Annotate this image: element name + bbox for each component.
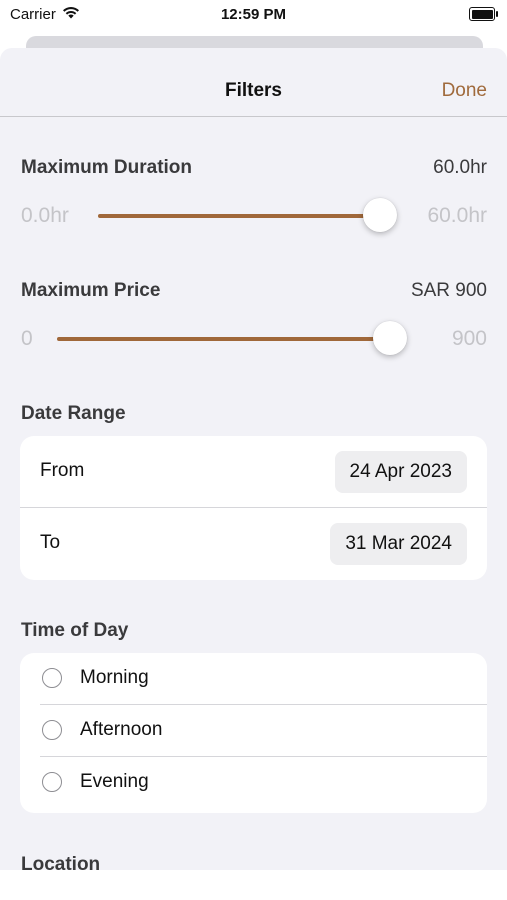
price-slider-track [57,337,391,341]
from-row: From 24 Apr 2023 [20,436,487,508]
done-button[interactable]: Done [442,80,487,102]
price-max-label: 900 [451,327,487,350]
to-date-picker[interactable]: 31 Mar 2024 [330,523,467,565]
to-row: To 31 Mar 2024 [20,508,487,580]
status-bar: Carrier 12:59 PM [0,0,507,30]
date-range-label: Date Range [21,403,126,424]
radio-circle-icon[interactable] [42,668,62,688]
duration-slider[interactable]: 0.0hr 60.0hr [21,198,487,234]
date-range-card: From 24 Apr 2023 To 31 Mar 2024 [20,436,487,580]
battery-icon [469,7,498,21]
radio-circle-icon[interactable] [42,772,62,792]
status-time: 12:59 PM [220,6,287,23]
time-of-day-card: Morning Afternoon Evening [20,653,487,813]
page-title: Filters [224,80,283,101]
radio-circle-icon[interactable] [42,720,62,740]
duration-min-label: 0.0hr [21,204,69,227]
price-value: SAR 900 [410,280,487,301]
nav-bar: Filters Done [0,48,507,117]
option-label: Evening [80,771,149,792]
price-slider[interactable]: 0 900 [21,321,487,357]
option-evening[interactable]: Evening [20,757,487,809]
option-label: Morning [80,667,149,688]
bottom-edge [0,870,507,900]
option-morning[interactable]: Morning [20,653,487,705]
price-header: Maximum Price SAR 900 [21,280,487,302]
to-label: To [40,532,61,553]
price-label: Maximum Price [21,280,161,301]
option-afternoon[interactable]: Afternoon [20,705,487,757]
option-label: Afternoon [80,719,163,740]
duration-max-label: 60.0hr [427,204,487,227]
duration-header: Maximum Duration 60.0hr [21,157,487,179]
price-min-label: 0 [21,327,33,350]
duration-slider-track [98,214,380,218]
from-label: From [40,460,85,481]
duration-label: Maximum Duration [21,157,193,178]
from-date-picker[interactable]: 24 Apr 2023 [334,451,467,493]
price-slider-thumb[interactable] [373,321,407,355]
time-of-day-label: Time of Day [21,620,129,641]
duration-value: 60.0hr [433,157,487,178]
duration-slider-thumb[interactable] [363,198,397,232]
filters-sheet: Filters Done Maximum Duration 60.0hr 0.0… [0,48,507,900]
